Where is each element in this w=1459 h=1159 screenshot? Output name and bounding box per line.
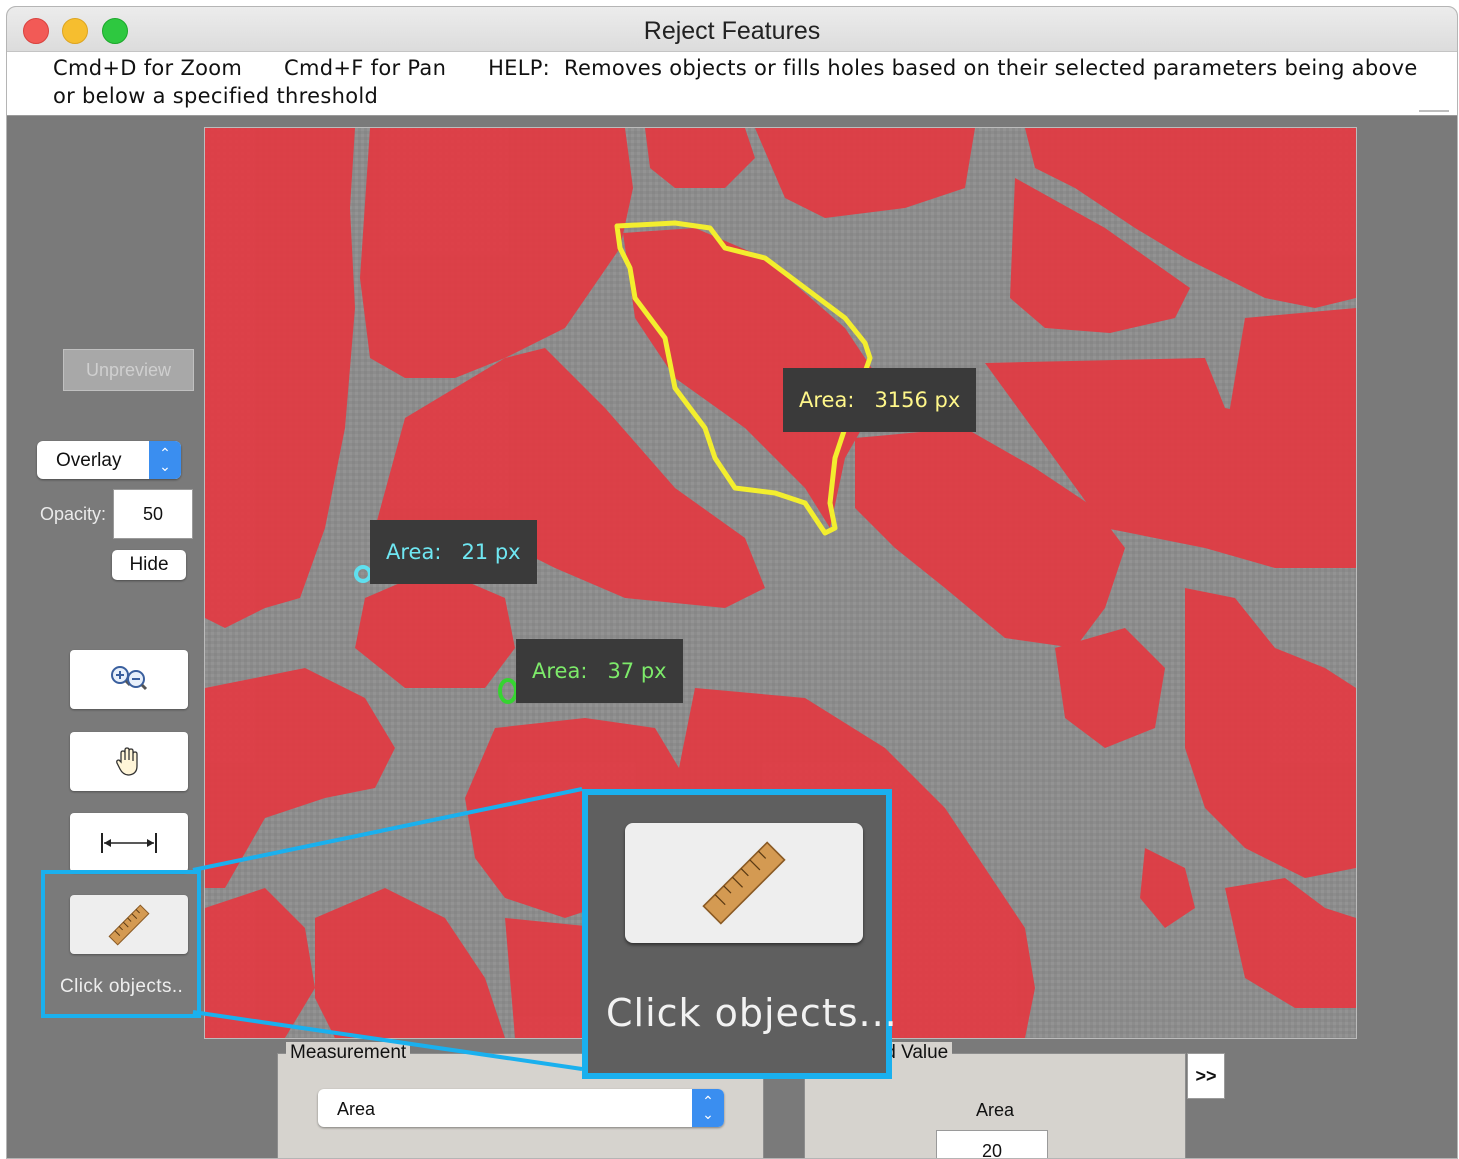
callout-magnified-view: Click objects... bbox=[582, 789, 897, 1079]
display-mode-value: Overlay bbox=[56, 450, 122, 471]
help-text: HELP: Removes objects or fills holes bas… bbox=[488, 56, 1418, 80]
zoom-hint: Cmd+D for Zoom bbox=[53, 56, 243, 80]
help-bar: Cmd+D for Zoom Cmd+F for Pan HELP: Remov… bbox=[7, 52, 1457, 116]
tooltip-area-large: Area: 3156 px bbox=[783, 368, 977, 432]
help-line-1: Cmd+D for Zoom Cmd+F for Pan HELP: Remov… bbox=[53, 56, 1418, 80]
distance-arrow-icon bbox=[101, 832, 157, 853]
tooltip-label: Area: bbox=[386, 540, 442, 564]
zoom-in-out-icon bbox=[111, 665, 148, 690]
callout-source-highlight bbox=[41, 870, 201, 1018]
title-bar: Reject Features bbox=[7, 7, 1457, 52]
help-scroll-indicator bbox=[1419, 110, 1449, 112]
hand-icon bbox=[116, 746, 138, 776]
measurement-value: Area bbox=[337, 1099, 376, 1119]
measurement-legend: Measurement bbox=[286, 1042, 411, 1064]
tooltip-area-small-cyan: Area: 21 px bbox=[370, 520, 537, 584]
tooltip-label: Area: bbox=[799, 388, 855, 412]
hide-button[interactable]: Hide bbox=[112, 550, 186, 580]
pan-tool-button[interactable] bbox=[70, 732, 188, 791]
tooltip-value: 21 px bbox=[461, 540, 521, 564]
threshold-value-input[interactable]: 20 bbox=[936, 1130, 1048, 1158]
expand-more-button[interactable]: >> bbox=[1187, 1053, 1225, 1099]
opacity-label: Opacity: bbox=[40, 504, 107, 524]
display-mode-select[interactable]: Overlay ⌃ ⌄ bbox=[37, 441, 181, 479]
threshold-param-label: Area bbox=[975, 1100, 1015, 1120]
window-title: Reject Features bbox=[643, 17, 821, 45]
tooltip-value: 3156 px bbox=[874, 388, 961, 412]
select-stepper-icon: ⌃ ⌄ bbox=[149, 441, 181, 479]
unpreview-button[interactable]: Unpreview bbox=[63, 349, 194, 391]
opacity-input[interactable]: 50 bbox=[113, 489, 193, 539]
magnified-click-objects-label: Click objects... bbox=[606, 991, 898, 1035]
zoom-tool-button[interactable] bbox=[70, 650, 188, 709]
measurement-select[interactable]: Area ⌃ ⌄ bbox=[318, 1089, 724, 1127]
reject-features-window: Reject Features Cmd+D for Zoom Cmd+F for… bbox=[6, 6, 1458, 1159]
tooltip-label: Area: bbox=[532, 659, 588, 683]
tooltip-value: 37 px bbox=[607, 659, 667, 683]
select-stepper-icon: ⌃ ⌄ bbox=[692, 1089, 724, 1127]
help-line-2: or below a specified threshold bbox=[53, 84, 379, 108]
measure-distance-tool-button[interactable] bbox=[70, 813, 188, 872]
ruler-icon bbox=[702, 841, 786, 925]
magnified-ruler-button bbox=[625, 823, 863, 943]
pan-hint: Cmd+F for Pan bbox=[284, 56, 447, 80]
tooltip-area-small-green: Area: 37 px bbox=[516, 639, 683, 703]
